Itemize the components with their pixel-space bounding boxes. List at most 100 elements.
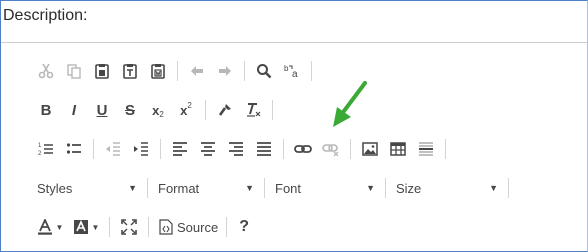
align-right-icon — [229, 142, 243, 156]
numbered-list-button[interactable]: 12 — [33, 136, 59, 162]
undo-icon — [191, 66, 203, 76]
svg-text:b: b — [284, 64, 289, 73]
justify-icon — [257, 142, 271, 156]
replace-button[interactable]: ba — [279, 58, 305, 84]
toolbar-separator — [445, 139, 446, 159]
source-button[interactable]: Source — [155, 214, 222, 240]
copy-button[interactable] — [61, 58, 87, 84]
strikethrough-button[interactable]: S — [117, 97, 143, 123]
toolbar-separator — [350, 139, 351, 159]
toolbar-separator — [109, 217, 110, 237]
editor-frame: Description: b a B I U S x 2 x 2 1 2 Sty… — [0, 0, 588, 252]
toolbar-separator — [264, 178, 265, 198]
background-color-button[interactable]: ▼ — [69, 214, 103, 240]
styles-dropdown[interactable]: Styles ▼ — [33, 176, 143, 200]
help-button[interactable]: ? — [233, 218, 255, 236]
subscript-button[interactable]: x2 — [145, 97, 171, 123]
chevron-down-icon: ▼ — [55, 222, 64, 232]
copy-formatting-button[interactable] — [212, 97, 238, 123]
paste-word-icon — [151, 64, 165, 79]
paintbrush-icon — [218, 104, 231, 116]
size-dropdown[interactable]: Size ▼ — [392, 176, 504, 200]
align-right-button[interactable] — [223, 136, 249, 162]
horizontal-line-button[interactable] — [413, 136, 439, 162]
toolbar-separator — [205, 100, 206, 120]
svg-text:1: 1 — [38, 143, 42, 149]
chevron-down-icon: ▼ — [245, 183, 254, 193]
cut-icon — [38, 63, 54, 79]
horizontal-line-icon — [419, 142, 433, 156]
increase-indent-button[interactable] — [128, 136, 154, 162]
toolbar-separator — [226, 217, 228, 237]
justify-button[interactable] — [251, 136, 277, 162]
editor-toolbar: ba B I U S x2 x2 1 2 Styles ▼ Format ▼ F… — [13, 43, 587, 251]
toolbar-separator — [160, 139, 161, 159]
bulleted-list-icon — [66, 143, 81, 154]
font-label: Font — [275, 180, 302, 196]
find-icon — [257, 64, 272, 79]
superscript-button[interactable]: x2 — [173, 97, 199, 123]
toolbar-row-basicstyles: B I U S x2 x2 — [33, 96, 279, 124]
outdent-icon — [106, 142, 120, 156]
background-color-icon — [73, 220, 88, 234]
undo-button[interactable] — [184, 58, 210, 84]
svg-text:2: 2 — [38, 151, 42, 157]
align-center-icon — [201, 142, 215, 156]
remove-format-button[interactable] — [240, 97, 266, 123]
align-left-button[interactable] — [167, 136, 193, 162]
paste-word-button[interactable] — [145, 58, 171, 84]
table-icon — [390, 142, 406, 156]
paste-text-button[interactable] — [117, 58, 143, 84]
toolbar-row-clipboard: ba — [33, 57, 318, 85]
toolbar-separator — [311, 61, 312, 81]
size-label: Size — [396, 180, 422, 196]
toolbar-separator — [272, 100, 273, 120]
chevron-down-icon: ▼ — [366, 183, 375, 193]
toolbar-row-tools: ▼ ▼ Source ? — [33, 213, 255, 241]
redo-button[interactable] — [212, 58, 238, 84]
maximize-button[interactable] — [116, 214, 142, 240]
toolbar-separator — [283, 139, 284, 159]
unlink-button[interactable] — [318, 136, 344, 162]
underline-button[interactable]: U — [89, 97, 115, 123]
italic-button[interactable]: I — [61, 97, 87, 123]
format-label: Format — [158, 180, 200, 196]
copy-icon — [67, 64, 81, 79]
toolbar-row-paragraph: 12 — [33, 135, 452, 163]
find-button[interactable] — [251, 58, 277, 84]
annotation-arrow-icon — [333, 81, 367, 127]
font-dropdown[interactable]: Font ▼ — [271, 176, 381, 200]
toolbar-separator — [148, 217, 149, 237]
image-button[interactable] — [357, 136, 383, 162]
chevron-down-icon: ▼ — [91, 222, 100, 232]
redo-icon — [219, 66, 231, 76]
table-button[interactable] — [385, 136, 411, 162]
bold-button[interactable]: B — [33, 97, 59, 123]
styles-label: Styles — [37, 180, 73, 196]
align-center-button[interactable] — [195, 136, 221, 162]
paste-button[interactable] — [89, 58, 115, 84]
paste-text-icon — [123, 64, 137, 79]
text-color-icon — [37, 219, 52, 235]
toolbar-row-styles: Styles ▼ Format ▼ Font ▼ Size ▼ — [33, 174, 515, 202]
unlink-icon — [322, 144, 339, 157]
toolbar-separator — [244, 61, 245, 81]
bulleted-list-button[interactable] — [61, 136, 87, 162]
decrease-indent-button[interactable] — [100, 136, 126, 162]
link-button[interactable] — [290, 136, 316, 162]
indent-icon — [134, 142, 148, 156]
replace-icon: ba — [284, 64, 298, 79]
description-label: Description: — [3, 7, 88, 24]
svg-text:a: a — [292, 69, 298, 79]
toolbar-separator — [177, 61, 178, 81]
toolbar-separator — [93, 139, 94, 159]
format-dropdown[interactable]: Format ▼ — [154, 176, 260, 200]
numbered-list-icon: 12 — [38, 143, 53, 157]
source-icon — [159, 219, 173, 235]
paste-icon — [95, 64, 109, 79]
text-color-button[interactable]: ▼ — [33, 214, 67, 240]
link-icon — [294, 145, 312, 153]
cut-button[interactable] — [33, 58, 59, 84]
subscript-label: x — [152, 102, 160, 118]
source-label: Source — [177, 219, 219, 235]
